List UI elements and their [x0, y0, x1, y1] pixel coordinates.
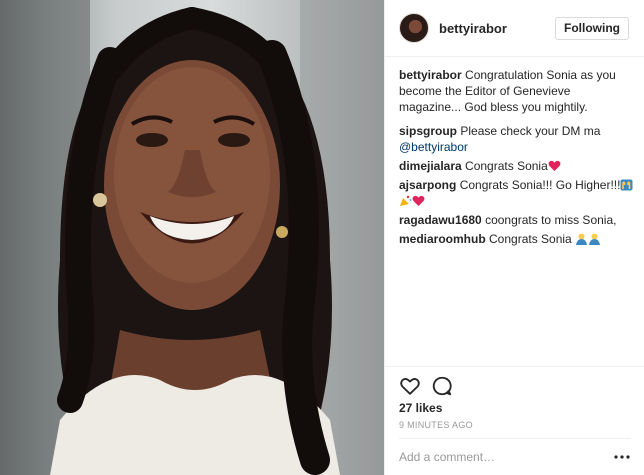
heart-icon[interactable] — [399, 375, 421, 397]
action-icons — [399, 375, 453, 397]
comment-text: Congrats Sonia — [489, 232, 572, 246]
comment-username[interactable]: mediaroomhub — [399, 232, 486, 246]
comment-mention-link[interactable]: @bettyirabor — [399, 140, 468, 154]
comment-item: dimejialara Congrats Sonia — [399, 158, 635, 174]
following-button[interactable]: Following — [555, 17, 629, 40]
comment-item: ajsarpong Congrats Sonia!!! Go Higher!!! — [399, 177, 635, 209]
comment-text: Congrats Sonia — [465, 159, 548, 173]
comment-username[interactable]: ajsarpong — [399, 178, 456, 192]
avatar[interactable] — [399, 13, 429, 43]
likes-count[interactable]: 27 likes — [399, 401, 442, 415]
comment-username[interactable]: dimejialara — [399, 159, 462, 173]
comment-username[interactable]: ragadawu1680 — [399, 213, 482, 227]
red-heart-emoji-icon — [548, 160, 561, 172]
author-username[interactable]: bettyirabor — [439, 21, 507, 36]
caption-username[interactable]: bettyirabor — [399, 68, 462, 82]
comment-icon[interactable] — [431, 375, 453, 397]
post-caption: bettyirabor Congratulation Sonia as you … — [399, 67, 635, 115]
add-comment-input[interactable] — [399, 448, 599, 466]
comment-text: coongrats to miss Sonia, — [485, 213, 617, 227]
person-bowing-emoji-icon — [575, 233, 588, 245]
post-photo[interactable] — [0, 0, 384, 475]
red-heart-emoji-icon — [412, 195, 425, 207]
post-details-panel: bettyirabor Following bettyirabor Congra… — [384, 0, 644, 475]
post-actions: 27 likes 9 MINUTES AGO — [385, 366, 644, 466]
comment-item: mediaroomhub Congrats Sonia — [399, 231, 635, 247]
post-timestamp[interactable]: 9 MINUTES AGO — [399, 420, 473, 430]
party-popper-emoji-icon — [399, 195, 412, 207]
comment-item: ragadawu1680 coongrats to miss Sonia, — [399, 212, 635, 228]
comment-item: sipsgroup Please check your DM ma @betty… — [399, 123, 635, 155]
comments-list: bettyirabor Congratulation Sonia as you … — [399, 67, 635, 357]
person-bowing-emoji-icon — [588, 233, 601, 245]
post-header: bettyirabor Following — [385, 0, 644, 57]
instagram-post: bettyirabor Following bettyirabor Congra… — [0, 0, 644, 475]
divider — [399, 438, 631, 439]
raising-hands-emoji-icon — [620, 179, 633, 191]
comment-text: Please check your DM ma — [460, 124, 601, 138]
more-options-icon[interactable] — [613, 451, 631, 461]
portrait-illustration — [0, 0, 384, 475]
comment-text: Congrats Sonia!!! Go Higher!!! — [459, 178, 621, 192]
comment-username[interactable]: sipsgroup — [399, 124, 457, 138]
